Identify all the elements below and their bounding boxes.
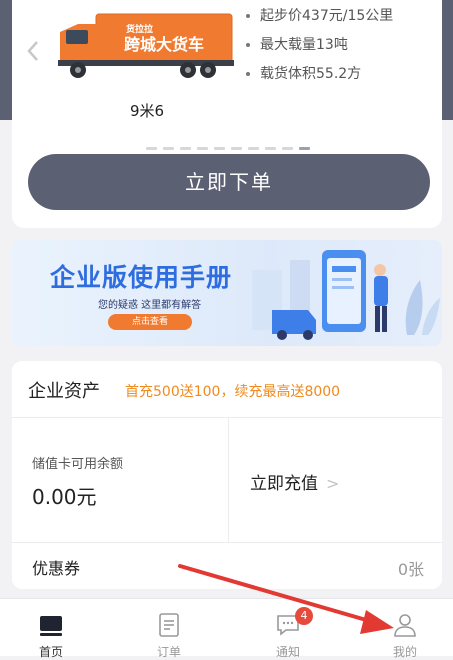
spec-item: 载货体积55.2方 [246,60,393,89]
enterprise-assets-card: 企业资产 首充500送100，续充最高送8000 储值卡可用余额 0.00元 立… [12,361,442,589]
chevron-right-icon: > [326,474,340,493]
carousel-dot[interactable] [231,147,242,150]
bottom-tab-bar: 首页 订单 4 通知 我的 [0,598,453,659]
order-list-icon [159,613,179,637]
coupon-label[interactable]: 优惠券 [32,555,80,579]
tab-home[interactable]: 首页 [6,599,96,659]
bullet-icon [246,72,250,76]
tab-label: 我的 [392,645,417,659]
banner-subtitle: 您的疑惑 这里都有解答 [98,300,202,311]
recharge-label: 立即充值 [250,474,318,494]
carousel-dot[interactable] [197,147,208,150]
spec-item: 起步价437元/15公里 [246,2,393,31]
banner-cta-button[interactable]: 点击查看 [108,314,192,330]
carousel-dot[interactable] [282,147,293,150]
order-now-button[interactable]: 立即下单 [28,154,430,210]
vehicle-name: 9米6 [130,102,165,120]
carousel-dot[interactable] [214,147,225,150]
bullet-icon [246,43,250,47]
svg-text:跨城大货车: 跨城大货车 [124,35,204,54]
vehicle-card: 货拉拉 跨城大货车 9米6 起步价437元/15公里 最大载量13吨 载货体积5… [12,0,442,228]
balance-label: 储值卡可用余额 [32,457,124,472]
home-icon [40,616,62,636]
carousel-dot[interactable] [299,147,310,150]
bullet-icon [246,14,250,18]
banner-title: 企业版使用手册 [50,263,233,292]
tab-orders[interactable]: 订单 [124,599,214,659]
user-icon [394,614,416,637]
coupon-count[interactable]: 0张 [398,556,424,580]
recharge-promo[interactable]: 首充500送100，续充最高送8000 [125,381,340,401]
notification-badge: 4 [295,607,313,625]
tab-mine[interactable]: 我的 [360,599,450,659]
tab-label: 订单 [156,645,181,659]
recharge-button[interactable]: 立即充值 > [250,469,339,494]
manual-banner[interactable]: 企业版使用手册 您的疑惑 这里都有解答 点击查看 [12,240,442,346]
carousel-indicator [146,135,316,150]
divider [12,417,442,418]
tab-label: 首页 [38,645,63,659]
carousel-dot[interactable] [248,147,259,150]
tab-label: 通知 [275,645,300,659]
carousel-dot[interactable] [180,147,191,150]
vehicle-specs: 起步价437元/15公里 最大载量13吨 载货体积55.2方 [246,2,393,89]
carousel-prev-icon[interactable] [26,40,46,64]
carousel-dot[interactable] [163,147,174,150]
spec-item: 最大载量13吨 [246,31,393,60]
truck-image: 货拉拉 跨城大货车 [58,13,234,78]
divider [228,417,229,542]
carousel-dot[interactable] [146,147,157,150]
balance-value: 0.00元 [32,485,97,509]
carousel-dot[interactable] [265,147,276,150]
divider [12,542,442,543]
banner-illustration [252,250,440,340]
tab-notifications[interactable]: 4 通知 [243,599,333,659]
assets-title: 企业资产 [28,381,100,402]
svg-text:货拉拉: 货拉拉 [126,23,153,35]
